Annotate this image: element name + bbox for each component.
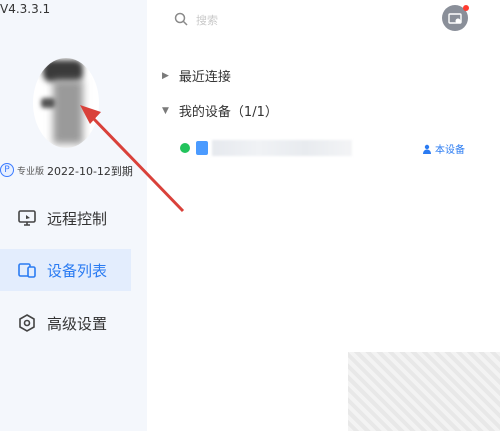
search-bar[interactable]: 搜索: [174, 10, 434, 30]
app-version: V4.3.3.1: [0, 2, 51, 16]
user-icon: [423, 144, 431, 154]
expand-down-icon: ▼: [162, 105, 169, 116]
notification-dot: [463, 5, 469, 11]
user-avatar[interactable]: [33, 58, 99, 148]
nav-label: 高级设置: [47, 314, 108, 333]
expiry-date: 2022-10-12到期: [47, 165, 133, 178]
search-icon: [174, 11, 188, 30]
expand-right-icon: ▶: [162, 70, 169, 81]
nav-item-advanced-settings[interactable]: 高级设置: [0, 302, 131, 344]
nav-item-device-list[interactable]: 设备列表: [0, 249, 131, 291]
watermark-mosaic: [348, 352, 500, 431]
message-avatar-icon[interactable]: [442, 5, 469, 31]
nav-label: 远程控制: [47, 209, 108, 228]
pro-label: 专业版: [17, 167, 45, 177]
nav-label: 设备列表: [47, 261, 108, 280]
sidebar: V4.3.3.1 P 专业版 2022-10-12到期 远程控制 设备列表 高级…: [0, 0, 147, 431]
section-my-devices[interactable]: ▼ 我的设备（1/1）: [162, 101, 278, 120]
section-label: 最近连接: [178, 70, 231, 85]
device-icon: [196, 141, 208, 155]
this-device-label: 本设备: [435, 145, 465, 156]
online-status-icon: [180, 143, 190, 153]
section-recent-connections[interactable]: ▶ 最近连接: [162, 66, 231, 85]
search-input[interactable]: 搜索: [196, 12, 218, 28]
monitor-icon: [17, 208, 37, 228]
device-list-icon: [17, 260, 37, 280]
nav-item-remote-control[interactable]: 远程控制: [0, 197, 131, 239]
this-device-tag: 本设备: [422, 141, 465, 156]
pro-badge-icon: P: [0, 163, 14, 177]
section-label: 我的设备（1/1）: [178, 105, 278, 120]
device-name-redacted: [212, 140, 352, 156]
settings-icon: [17, 313, 37, 333]
